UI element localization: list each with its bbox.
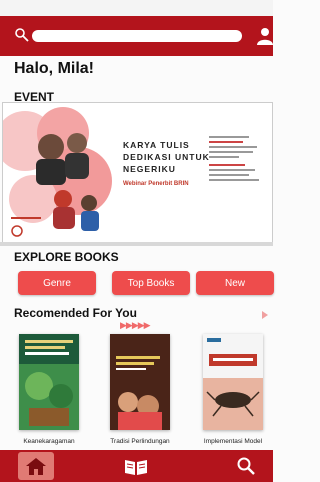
search-icon[interactable] xyxy=(14,27,30,43)
nav-search[interactable] xyxy=(226,450,266,482)
bottom-navigation xyxy=(0,450,273,482)
book-cover xyxy=(203,334,263,430)
book-cover xyxy=(19,334,79,430)
top-books-button[interactable]: Top Books xyxy=(112,271,190,295)
book-cover xyxy=(110,334,170,430)
explore-buttons: Genre Top Books New xyxy=(0,271,274,295)
nav-home[interactable] xyxy=(16,450,56,482)
decorative-arrows-icon: ▶▶▶▶▶ xyxy=(120,320,151,330)
book-title: Tradisi Perlindungan xyxy=(110,438,170,445)
book-title: Implementasi Model xyxy=(203,438,263,445)
event-banner[interactable]: KARYA TULIS DEDIKASI UNTUK NEGERIKU Webi… xyxy=(2,102,273,244)
new-button[interactable]: New xyxy=(196,271,274,295)
top-header xyxy=(0,16,273,56)
search-icon xyxy=(237,457,255,475)
event-banner-title: KARYA TULIS DEDIKASI UNTUK NEGERIKU xyxy=(123,140,210,174)
profile-icon[interactable] xyxy=(256,26,274,46)
status-bar xyxy=(0,0,273,16)
banner-divider xyxy=(0,242,273,246)
scroll-right-icon[interactable] xyxy=(262,311,268,319)
home-icon xyxy=(26,458,46,475)
book-title: Keanekaragaman xyxy=(23,438,75,445)
book-card[interactable]: Tradisi Perlindungan xyxy=(103,334,177,445)
genre-button[interactable]: Genre xyxy=(18,271,96,295)
book-card[interactable]: Keanekaragaman xyxy=(12,334,86,445)
search-input[interactable] xyxy=(32,30,242,42)
nav-library[interactable] xyxy=(116,450,156,482)
event-banner-details xyxy=(209,133,263,184)
recommended-title: Recomended For You xyxy=(14,306,137,320)
greeting-text: Halo, Mila! xyxy=(14,60,95,77)
library-icon xyxy=(125,460,147,475)
explore-books-title: EXPLORE BOOKS xyxy=(14,250,119,264)
book-card[interactable]: Implementasi Model xyxy=(196,334,270,445)
event-banner-subtitle: Webinar Penerbit BRIN xyxy=(123,181,189,187)
